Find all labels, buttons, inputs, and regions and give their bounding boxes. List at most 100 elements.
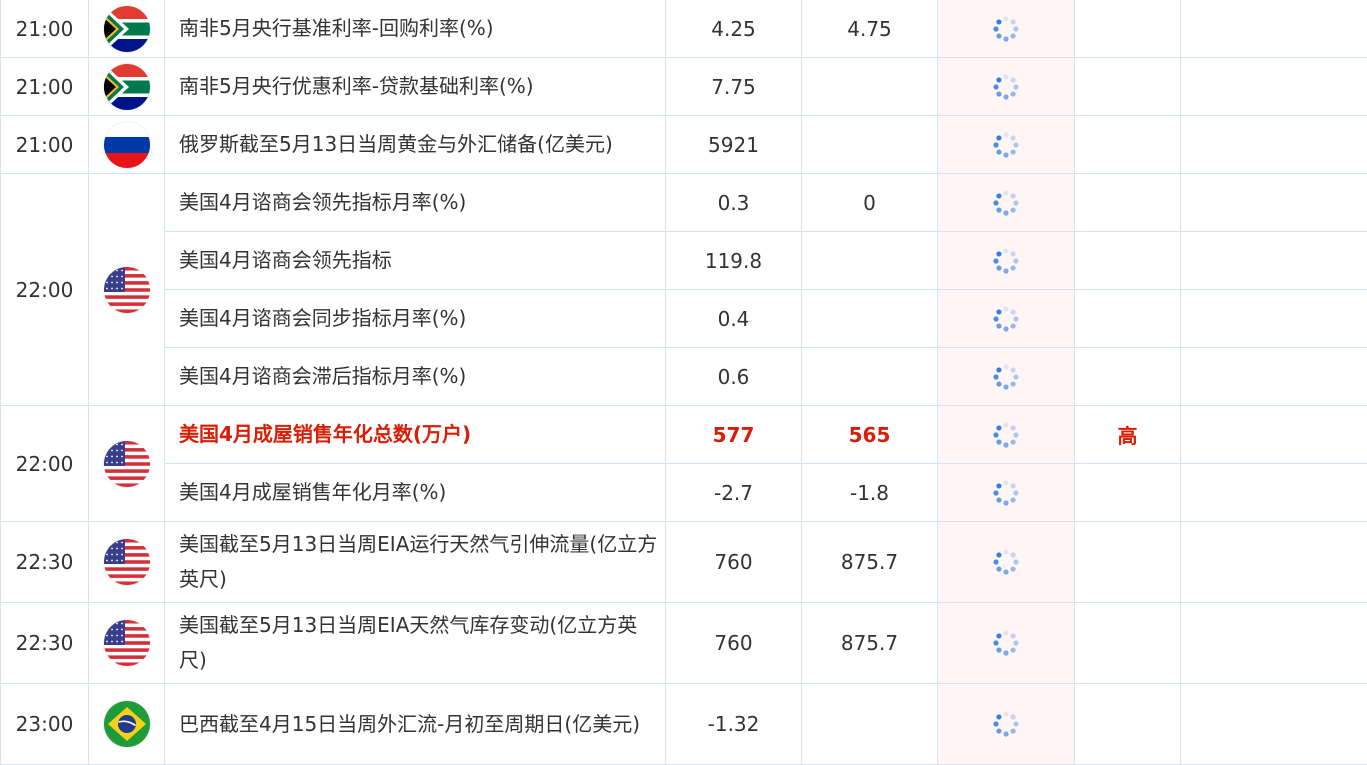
interpretation-cell bbox=[1181, 522, 1367, 603]
event-name[interactable]: 美国4月成屋销售年化总数(万户) bbox=[165, 406, 666, 464]
event-time: 22:30 bbox=[1, 603, 89, 684]
event-name[interactable]: 美国截至5月13日当周EIA天然气库存变动(亿立方英尺) bbox=[165, 603, 666, 684]
previous-value: 760 bbox=[666, 522, 802, 603]
event-time: 22:00 bbox=[1, 406, 89, 522]
country-flag-cell bbox=[89, 0, 165, 58]
event-name[interactable]: 美国4月成屋销售年化月率(%) bbox=[165, 464, 666, 522]
previous-value: 0.4 bbox=[666, 290, 802, 348]
previous-value: -2.7 bbox=[666, 464, 802, 522]
economic-calendar-table: 21:00南非5月央行基准利率-回购利率(%)4.254.7521:00南非5月… bbox=[0, 0, 1367, 765]
loading-spinner-icon bbox=[991, 478, 1021, 508]
importance-level bbox=[1075, 232, 1181, 290]
forecast-value bbox=[802, 58, 938, 116]
interpretation-cell bbox=[1181, 116, 1367, 174]
event-name[interactable]: 南非5月央行优惠利率-贷款基础利率(%) bbox=[165, 58, 666, 116]
interpretation-cell bbox=[1181, 58, 1367, 116]
country-flag-cell bbox=[89, 603, 165, 684]
event-name[interactable]: 美国4月谘商会领先指标 bbox=[165, 232, 666, 290]
usa-flag-icon bbox=[104, 620, 150, 666]
actual-value-loading bbox=[938, 522, 1075, 603]
actual-value-loading bbox=[938, 0, 1075, 58]
table-row: 21:00 俄罗斯截至5月13日当周黄金与外汇储备(亿美元)5921 bbox=[1, 116, 1367, 174]
table-row: 21:00 南非5月央行优惠利率-贷款基础利率(%)7.75 bbox=[1, 58, 1367, 116]
interpretation-cell bbox=[1181, 684, 1367, 765]
previous-value: 7.75 bbox=[666, 58, 802, 116]
event-name[interactable]: 俄罗斯截至5月13日当周黄金与外汇储备(亿美元) bbox=[165, 116, 666, 174]
country-flag-cell bbox=[89, 684, 165, 765]
importance-level bbox=[1075, 0, 1181, 58]
actual-value-loading bbox=[938, 603, 1075, 684]
event-name[interactable]: 美国4月谘商会滞后指标月率(%) bbox=[165, 348, 666, 406]
interpretation-cell bbox=[1181, 603, 1367, 684]
table-row: 23:00 巴西截至4月15日当周外汇流-月初至周期日(亿美元)-1.32 bbox=[1, 684, 1367, 765]
south-africa-flag-icon bbox=[104, 64, 150, 110]
actual-value-loading bbox=[938, 464, 1075, 522]
country-flag-cell bbox=[89, 522, 165, 603]
event-time: 23:00 bbox=[1, 684, 89, 765]
forecast-value: 875.7 bbox=[802, 522, 938, 603]
interpretation-cell bbox=[1181, 174, 1367, 232]
actual-value-loading bbox=[938, 116, 1075, 174]
interpretation-cell bbox=[1181, 232, 1367, 290]
previous-value: 0.6 bbox=[666, 348, 802, 406]
event-name[interactable]: 美国4月谘商会领先指标月率(%) bbox=[165, 174, 666, 232]
event-name[interactable]: 美国截至5月13日当周EIA运行天然气引伸流量(亿立方英尺) bbox=[165, 522, 666, 603]
usa-flag-icon bbox=[104, 267, 150, 313]
interpretation-cell bbox=[1181, 0, 1367, 58]
actual-value-loading bbox=[938, 290, 1075, 348]
forecast-value bbox=[802, 290, 938, 348]
event-name[interactable]: 美国4月谘商会同步指标月率(%) bbox=[165, 290, 666, 348]
event-name[interactable]: 巴西截至4月15日当周外汇流-月初至周期日(亿美元) bbox=[165, 684, 666, 765]
interpretation-cell bbox=[1181, 348, 1367, 406]
previous-value: 5921 bbox=[666, 116, 802, 174]
table-row: 美国4月谘商会滞后指标月率(%)0.6 bbox=[1, 348, 1367, 406]
forecast-value bbox=[802, 116, 938, 174]
table-row: 22:30 美国截至5月13日当周EIA运行天然气引伸流量(亿立方英尺)76087… bbox=[1, 522, 1367, 603]
loading-spinner-icon bbox=[991, 709, 1021, 739]
loading-spinner-icon bbox=[991, 304, 1021, 334]
russia-flag-icon bbox=[104, 122, 150, 168]
event-time: 21:00 bbox=[1, 0, 89, 58]
actual-value-loading bbox=[938, 406, 1075, 464]
forecast-value: 0 bbox=[802, 174, 938, 232]
actual-value-loading bbox=[938, 232, 1075, 290]
loading-spinner-icon bbox=[991, 14, 1021, 44]
event-time: 21:00 bbox=[1, 116, 89, 174]
importance-level bbox=[1075, 58, 1181, 116]
importance-level bbox=[1075, 603, 1181, 684]
interpretation-cell bbox=[1181, 290, 1367, 348]
loading-spinner-icon bbox=[991, 188, 1021, 218]
table-row: 21:00南非5月央行基准利率-回购利率(%)4.254.75 bbox=[1, 0, 1367, 58]
table-row: 美国4月谘商会领先指标119.8 bbox=[1, 232, 1367, 290]
loading-spinner-icon bbox=[991, 547, 1021, 577]
interpretation-cell bbox=[1181, 406, 1367, 464]
event-time: 21:00 bbox=[1, 58, 89, 116]
country-flag-cell bbox=[89, 174, 165, 406]
importance-level bbox=[1075, 116, 1181, 174]
south-africa-flag-icon bbox=[104, 6, 150, 52]
actual-value-loading bbox=[938, 58, 1075, 116]
loading-spinner-icon bbox=[991, 130, 1021, 160]
table-row: 美国4月成屋销售年化月率(%)-2.7-1.8 bbox=[1, 464, 1367, 522]
importance-level bbox=[1075, 522, 1181, 603]
importance-level bbox=[1075, 464, 1181, 522]
loading-spinner-icon bbox=[991, 362, 1021, 392]
importance-level: 高 bbox=[1075, 406, 1181, 464]
table-row: 22:00美国4月谘商会领先指标月率(%)0.30 bbox=[1, 174, 1367, 232]
previous-value: 119.8 bbox=[666, 232, 802, 290]
importance-level bbox=[1075, 174, 1181, 232]
importance-level bbox=[1075, 290, 1181, 348]
country-flag-cell bbox=[89, 406, 165, 522]
previous-value: -1.32 bbox=[666, 684, 802, 765]
forecast-value: 565 bbox=[802, 406, 938, 464]
loading-spinner-icon bbox=[991, 628, 1021, 658]
actual-value-loading bbox=[938, 348, 1075, 406]
forecast-value bbox=[802, 232, 938, 290]
previous-value: 760 bbox=[666, 603, 802, 684]
event-name[interactable]: 南非5月央行基准利率-回购利率(%) bbox=[165, 0, 666, 58]
loading-spinner-icon bbox=[991, 420, 1021, 450]
country-flag-cell bbox=[89, 58, 165, 116]
event-time: 22:30 bbox=[1, 522, 89, 603]
table-row: 美国4月谘商会同步指标月率(%)0.4 bbox=[1, 290, 1367, 348]
interpretation-cell bbox=[1181, 464, 1367, 522]
